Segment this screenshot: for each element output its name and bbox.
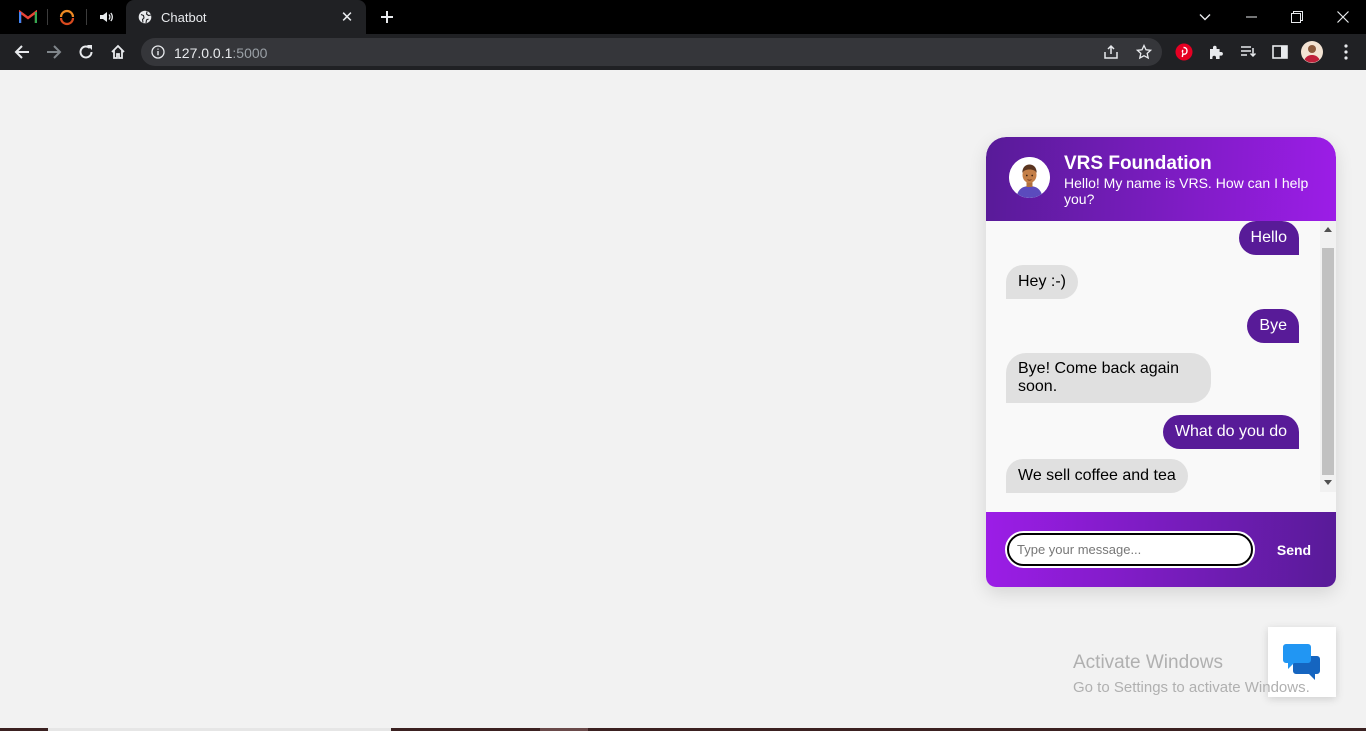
- message-user: What do you do: [1162, 415, 1299, 449]
- site-info-icon[interactable]: [148, 42, 168, 62]
- pinned-tab-audio[interactable]: [87, 0, 125, 34]
- speaker-icon: [100, 12, 113, 22]
- send-button[interactable]: Send: [1264, 531, 1324, 568]
- side-panel-icon[interactable]: [1269, 41, 1291, 63]
- gmail-icon: [19, 10, 37, 23]
- chat-footer: Send: [986, 512, 1336, 587]
- message-bot: Bye! Come back again soon.: [1006, 353, 1211, 403]
- chevron-down-icon: [1199, 14, 1211, 21]
- home-button[interactable]: [105, 39, 131, 65]
- kebab-menu-icon: [1344, 44, 1348, 60]
- chatbox: VRS Foundation Hello! My name is VRS. Ho…: [986, 137, 1336, 587]
- watermark-subtitle: Go to Settings to activate Windows.: [1073, 679, 1310, 696]
- message-scrollbar[interactable]: [1320, 221, 1336, 492]
- arrow-left-icon: [14, 45, 29, 59]
- share-icon[interactable]: [1101, 42, 1121, 62]
- home-icon: [111, 44, 125, 59]
- profile-avatar[interactable]: [1301, 41, 1323, 63]
- chat-header: VRS Foundation Hello! My name is VRS. Ho…: [986, 137, 1336, 221]
- watermark-title: Activate Windows: [1073, 652, 1223, 673]
- close-window-button[interactable]: [1320, 0, 1366, 34]
- message-input[interactable]: [1005, 531, 1255, 568]
- restore-button[interactable]: [1274, 0, 1320, 34]
- chrome-menu-button[interactable]: [1335, 41, 1357, 63]
- message-user: Bye: [1247, 309, 1299, 343]
- tab-search-button[interactable]: [1182, 0, 1228, 34]
- restore-icon: [1291, 11, 1303, 23]
- pinterest-extension-icon[interactable]: [1173, 41, 1195, 63]
- chat-title: VRS Foundation: [1064, 153, 1212, 174]
- arrow-right-icon: [47, 45, 62, 59]
- new-tab-button[interactable]: [376, 6, 398, 28]
- pinned-tab-app[interactable]: [48, 0, 86, 34]
- browser-toolbar: 127.0.0.1:5000: [0, 34, 1366, 70]
- scroll-down-arrow-icon[interactable]: [1324, 480, 1332, 485]
- scroll-up-arrow-icon[interactable]: [1324, 227, 1332, 232]
- ring-logo-icon: [59, 9, 75, 26]
- bot-avatar-icon: [1009, 157, 1050, 198]
- forward-button[interactable]: [41, 39, 67, 65]
- activation-watermark: Activate Windows Go to Settings to activ…: [1073, 652, 1310, 696]
- tab-title: Chatbot: [161, 9, 207, 25]
- close-icon: [1337, 11, 1349, 23]
- scroll-thumb[interactable]: [1322, 248, 1334, 475]
- back-button[interactable]: [9, 39, 35, 65]
- message-bot: We sell coffee and tea: [1006, 459, 1188, 493]
- chat-subtitle: Hello! My name is VRS. How can I help yo…: [1064, 175, 1309, 207]
- globe-icon: [138, 10, 152, 24]
- reload-button[interactable]: [73, 39, 99, 65]
- tab-strip: Chatbot ✕: [0, 0, 1366, 34]
- minimize-icon: [1245, 16, 1257, 18]
- url-text: 127.0.0.1:5000: [174, 45, 268, 61]
- message-user: Hello: [1238, 221, 1299, 255]
- tab-chatbot[interactable]: Chatbot ✕: [126, 0, 366, 34]
- pinned-tab-gmail[interactable]: [9, 0, 47, 34]
- extensions-puzzle-icon[interactable]: [1205, 41, 1227, 63]
- reload-icon: [79, 45, 93, 59]
- message-bot: Hey :-): [1006, 265, 1078, 299]
- plus-icon: [381, 11, 393, 23]
- message-list: Hello Hey :-) Bye Bye! Come back again s…: [986, 221, 1336, 512]
- reading-list-icon[interactable]: [1237, 41, 1259, 63]
- address-bar[interactable]: 127.0.0.1:5000: [141, 38, 1162, 66]
- minimize-button[interactable]: [1228, 0, 1274, 34]
- bookmark-star-icon[interactable]: [1134, 42, 1154, 62]
- tab-close-button[interactable]: ✕: [338, 8, 356, 26]
